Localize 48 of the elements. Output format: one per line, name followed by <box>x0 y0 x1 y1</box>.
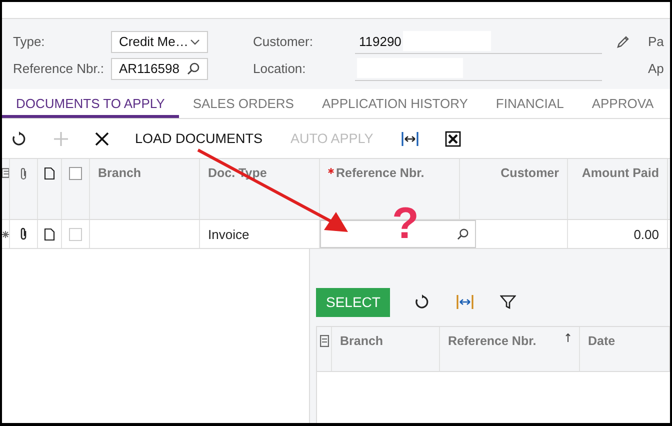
filter-icon[interactable] <box>500 294 516 310</box>
type-dropdown[interactable]: Credit Me… <box>111 30 208 52</box>
chevron-down-icon <box>190 38 200 44</box>
fit-width-icon[interactable] <box>401 130 420 146</box>
tab[interactable]: FINANCIAL <box>482 89 578 118</box>
field-label: Reference Nbr.: <box>12 61 106 76</box>
field-label: Type: <box>12 34 46 49</box>
paperclip-icon[interactable] <box>19 227 28 241</box>
select-all-checkbox[interactable] <box>69 167 82 180</box>
customer-field[interactable]: 119290 <box>355 30 602 54</box>
search-icon[interactable] <box>457 228 469 240</box>
question-mark: ? <box>392 202 419 246</box>
field-label: Customer: <box>252 34 314 49</box>
field-label: Pa <box>648 34 664 49</box>
tab[interactable]: APPROVA <box>578 89 668 118</box>
column-header[interactable]: Reference Nbr. <box>448 334 536 348</box>
new-row-icon <box>2 230 9 238</box>
row-checkbox[interactable] <box>69 228 82 240</box>
sort-arrow-icon <box>565 333 571 342</box>
search-icon[interactable] <box>187 62 200 75</box>
refresh-icon[interactable] <box>414 294 430 310</box>
field-label: Ap <box>648 61 664 76</box>
edit-icon[interactable] <box>616 34 630 48</box>
refresh-icon[interactable] <box>11 130 27 146</box>
select-button[interactable]: SELECT <box>316 288 390 316</box>
row-status-icon <box>320 335 328 347</box>
row-status-icon <box>2 167 9 179</box>
column-header[interactable]: Branch <box>98 166 142 180</box>
column-header[interactable]: Amount Paid <box>582 166 659 180</box>
tab[interactable]: APPLICATION HISTORY <box>308 89 482 118</box>
reference-field[interactable]: AR116598 <box>111 58 208 80</box>
column-header[interactable]: Branch <box>340 334 384 348</box>
column-header[interactable]: Reference Nbr. <box>336 166 424 180</box>
column-header[interactable]: Date <box>588 334 616 348</box>
field-label: Location: <box>252 61 307 76</box>
required-icon <box>328 168 334 174</box>
location-field[interactable] <box>355 56 602 80</box>
close-icon[interactable] <box>95 132 109 146</box>
tab[interactable]: SALES ORDERS <box>178 89 308 118</box>
note-icon[interactable] <box>44 228 55 240</box>
excel-icon[interactable] <box>445 130 462 146</box>
table-cell: Invoice <box>208 226 250 242</box>
paperclip-icon <box>19 167 28 181</box>
tab[interactable]: DOCUMENTS TO APPLY <box>2 89 179 118</box>
column-header[interactable]: Customer <box>500 166 559 180</box>
table-cell: 0.00 <box>634 226 659 242</box>
toolbar-button[interactable]: LOAD DOCUMENTS <box>135 131 263 146</box>
note-icon <box>44 167 55 180</box>
